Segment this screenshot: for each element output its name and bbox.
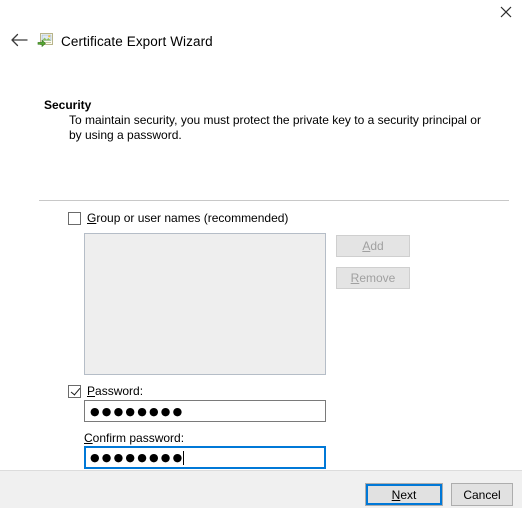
confirm-accel-letter: C (84, 431, 93, 445)
wizard-header: Certificate Export Wizard (0, 28, 522, 54)
text-caret (183, 450, 185, 465)
password-input[interactable]: ●●●●●●●● (84, 400, 326, 422)
remove-accel-letter: R (350, 271, 360, 285)
back-arrow-icon (10, 33, 28, 50)
confirm-password-input[interactable]: ●●●●●●●● (84, 446, 326, 469)
certificate-export-icon (36, 32, 54, 50)
dialog-footer: Next Cancel (0, 470, 522, 508)
page-title: Security (44, 98, 92, 112)
wizard-title: Certificate Export Wizard (61, 33, 213, 49)
confirm-label-rest: onfirm password: (92, 431, 185, 445)
group-accel-letter: G (87, 211, 97, 225)
close-button[interactable] (490, 0, 522, 24)
next-button[interactable]: Next (365, 483, 443, 506)
group-or-user-names-listbox[interactable] (84, 233, 326, 375)
password-checkbox[interactable] (68, 384, 81, 398)
header-divider (39, 200, 509, 201)
add-label-rest: dd (370, 239, 384, 253)
password-accel-letter: P (87, 384, 96, 398)
back-button[interactable] (4, 33, 34, 50)
password-checkbox-row[interactable]: Password: (68, 384, 143, 398)
remove-label-rest: emove (359, 271, 396, 285)
next-button-label: Next (392, 488, 417, 502)
confirm-password-input-value: ●●●●●●●● (90, 451, 185, 464)
next-label-rest: ext (400, 487, 417, 502)
add-button[interactable]: Add (336, 235, 410, 257)
close-icon (500, 6, 512, 18)
page-description: To maintain security, you must protect t… (69, 113, 481, 142)
group-or-user-names-checkbox-row[interactable]: Group or user names (recommended) (68, 211, 288, 225)
cancel-button-label: Cancel (463, 487, 501, 502)
confirm-password-label: Confirm password: (84, 431, 184, 445)
remove-button[interactable]: Remove (336, 267, 410, 289)
password-label: Password: (87, 384, 143, 398)
remove-button-label: Remove (351, 271, 396, 285)
add-button-label: Add (362, 239, 383, 253)
password-label-rest: assword: (95, 384, 144, 398)
cancel-button[interactable]: Cancel (451, 483, 513, 506)
title-bar (0, 0, 522, 26)
group-label-rest: roup or user names (recommended) (96, 211, 289, 225)
group-or-user-names-checkbox[interactable] (68, 211, 81, 225)
password-input-value: ●●●●●●●● (90, 404, 185, 418)
group-or-user-names-label: Group or user names (recommended) (87, 211, 288, 225)
wizard-page: Security To maintain security, you must … (0, 60, 522, 501)
